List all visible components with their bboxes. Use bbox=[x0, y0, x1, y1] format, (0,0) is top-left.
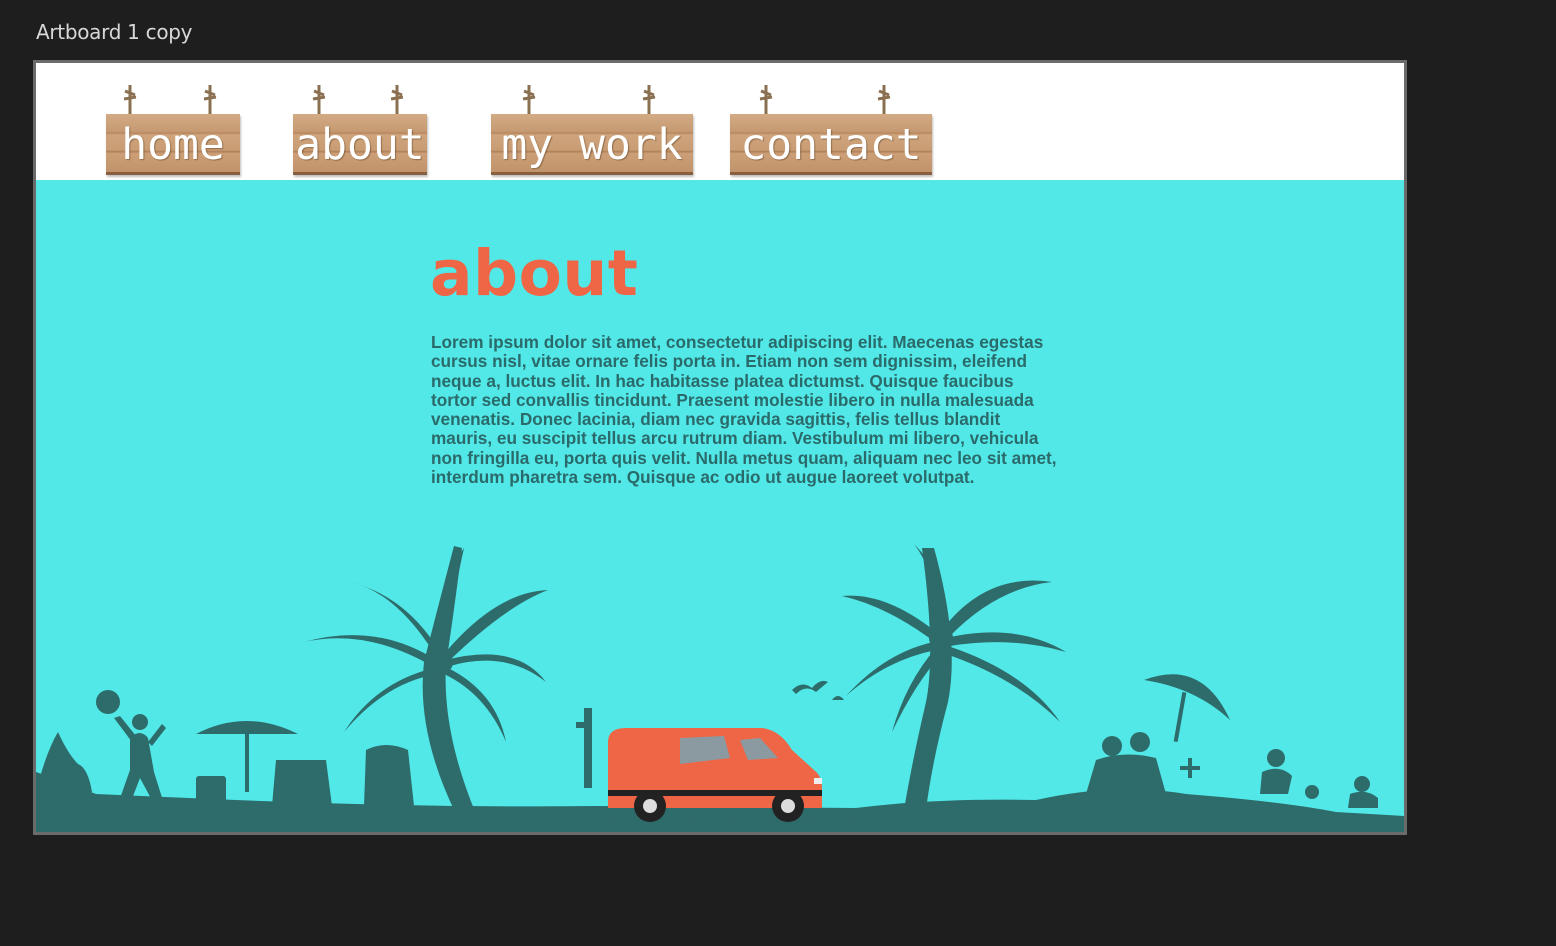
beach-umbrella-icon bbox=[1144, 674, 1230, 742]
nav-about-label: about bbox=[295, 120, 425, 170]
palm-tree-icon bbox=[842, 544, 1066, 810]
page-heading: about bbox=[430, 237, 639, 310]
van-icon bbox=[576, 708, 822, 822]
about-body-text: Lorem ipsum dolor sit amet, consectetur … bbox=[431, 332, 1057, 488]
beach-scene-illustration bbox=[36, 544, 1404, 832]
palm-tree-icon bbox=[304, 546, 548, 814]
nav-contact-label: contact bbox=[740, 120, 922, 170]
nav-contact-sign[interactable]: contact bbox=[730, 85, 932, 177]
nav-home-label: home bbox=[121, 120, 225, 170]
artboard-canvas: home about my work contact about Lorem i… bbox=[33, 60, 1407, 835]
nav-my-work-sign[interactable]: my work bbox=[491, 85, 693, 177]
site-header: home about my work contact bbox=[36, 63, 1404, 180]
artboard-label: Artboard 1 copy bbox=[36, 20, 193, 44]
beach-people-icon bbox=[96, 690, 166, 804]
nav-home-sign[interactable]: home bbox=[106, 85, 240, 177]
nav-about-sign[interactable]: about bbox=[293, 85, 427, 177]
nav-my-work-label: my work bbox=[501, 120, 683, 170]
